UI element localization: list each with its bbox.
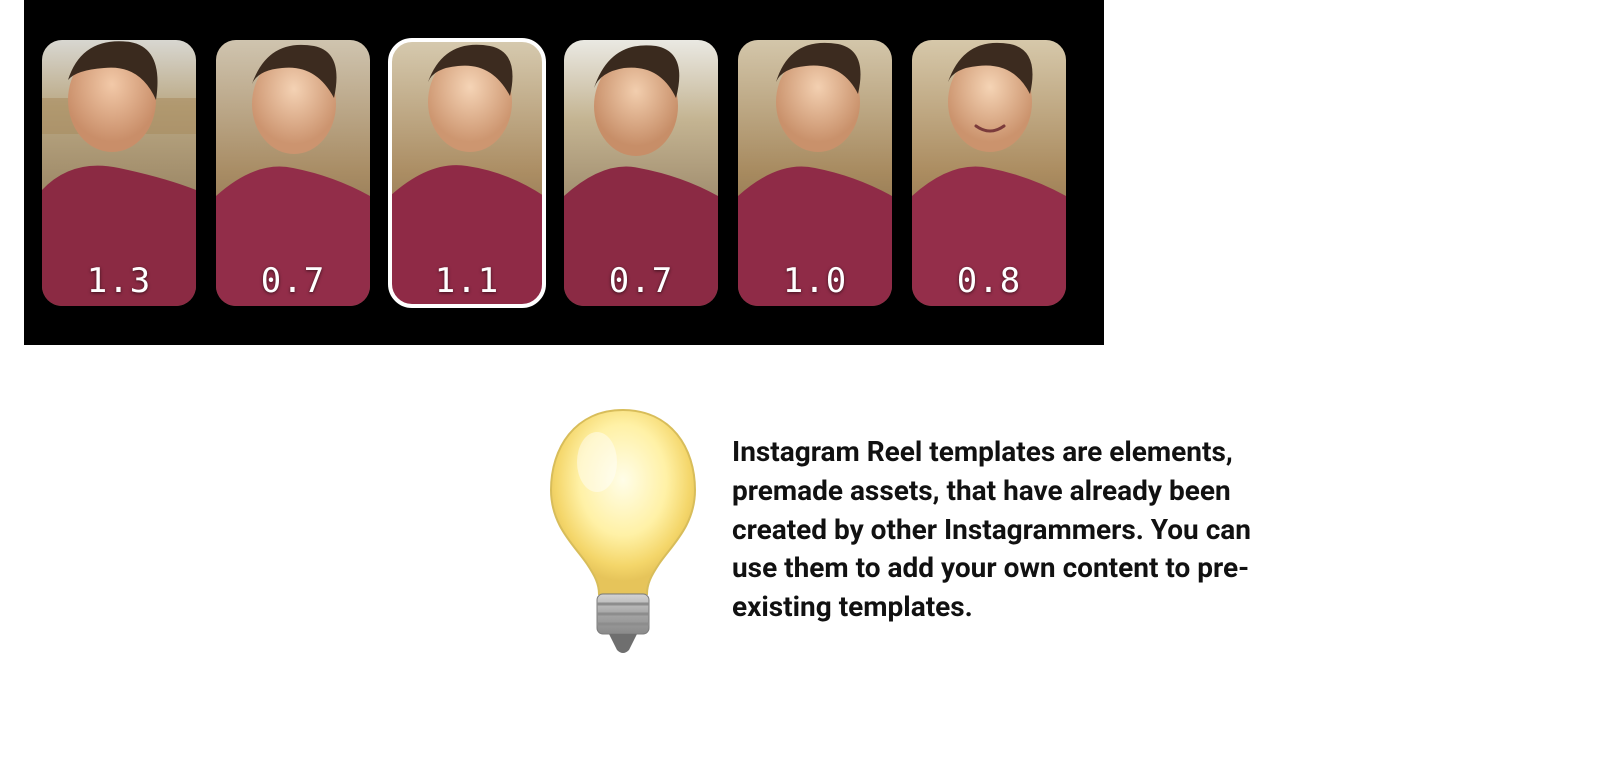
clip-thumbnail	[42, 40, 196, 306]
reel-clip[interactable]: 0.7	[564, 40, 718, 306]
clip-thumbnail	[564, 40, 718, 306]
reel-clip-strip: 1.3 0.7	[24, 0, 1104, 345]
tip-text: Instagram Reel templates are elements, p…	[732, 433, 1278, 626]
clip-thumbnail	[390, 40, 544, 306]
reel-clip[interactable]: 1.3	[42, 40, 196, 306]
reel-clip[interactable]: 1.1	[390, 40, 544, 306]
reel-clip[interactable]: 0.7	[216, 40, 370, 306]
reel-clip[interactable]: 1.0	[738, 40, 892, 306]
clip-thumbnail	[912, 40, 1066, 306]
reel-clip[interactable]: 0.8	[912, 40, 1066, 306]
clip-thumbnail	[216, 40, 370, 306]
tip-callout: Instagram Reel templates are elements, p…	[538, 400, 1278, 660]
lightbulb-icon	[538, 400, 708, 660]
clip-thumbnail	[738, 40, 892, 306]
